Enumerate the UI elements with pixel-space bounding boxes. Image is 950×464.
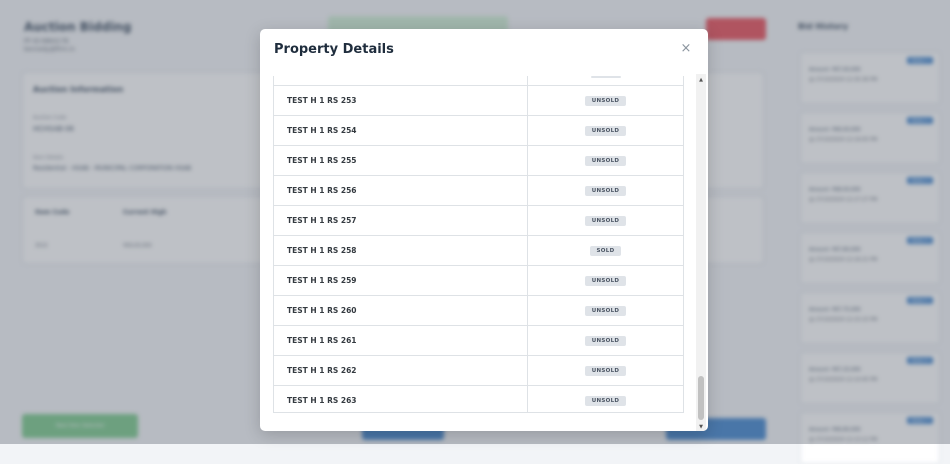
table-row: TEST H 1 RS 257 UNSOLD — [274, 205, 683, 236]
table-row: TEST H 1 RS 259 UNSOLD — [274, 265, 683, 296]
status-badge — [590, 76, 621, 78]
close-icon[interactable]: × — [678, 41, 694, 57]
property-name-cell: TEST H 1 RS 260 — [274, 295, 528, 326]
status-badge: UNSOLD — [584, 396, 627, 406]
property-details-modal: Property Details × TEST H 1 RS 253 UNSOL… — [260, 29, 708, 431]
property-status-cell: UNSOLD — [527, 115, 683, 146]
property-name-cell: TEST H 1 RS 256 — [274, 175, 528, 206]
property-name-cell: TEST H 1 RS 261 — [274, 325, 528, 356]
property-status-cell: UNSOLD — [527, 325, 683, 356]
property-name-cell: TEST H 1 RS 262 — [274, 355, 528, 386]
property-table-container: TEST H 1 RS 253 UNSOLD TEST H 1 RS 254 U… — [273, 76, 684, 413]
status-badge: UNSOLD — [584, 186, 627, 196]
table-row: TEST H 1 RS 260 UNSOLD — [274, 295, 683, 326]
table-row: TEST H 1 RS 261 UNSOLD — [274, 325, 683, 356]
property-status-cell: UNSOLD — [527, 385, 683, 412]
status-badge: UNSOLD — [584, 336, 627, 346]
status-badge: SOLD — [589, 246, 622, 256]
property-status-cell — [527, 76, 683, 86]
table-row — [274, 76, 683, 86]
table-row: TEST H 1 RS 258 SOLD — [274, 235, 683, 266]
property-name-cell: TEST H 1 RS 253 — [274, 85, 528, 116]
scrollbar-thumb[interactable] — [698, 376, 704, 420]
property-status-cell: SOLD — [527, 235, 683, 266]
table-row: TEST H 1 RS 254 UNSOLD — [274, 115, 683, 146]
scroll-down-arrow-icon[interactable]: ▼ — [696, 422, 706, 431]
scroll-up-arrow-icon[interactable]: ▲ — [696, 75, 706, 85]
table-row: TEST H 1 RS 263 UNSOLD — [274, 385, 683, 412]
property-status-cell: UNSOLD — [527, 265, 683, 296]
property-status-cell: UNSOLD — [527, 205, 683, 236]
status-badge: UNSOLD — [584, 306, 627, 316]
status-badge: UNSOLD — [584, 276, 627, 286]
status-badge: UNSOLD — [584, 126, 627, 136]
modal-scrollbar[interactable]: ▲ ▼ — [696, 74, 706, 431]
property-status-cell: UNSOLD — [527, 355, 683, 386]
property-name-cell: TEST H 1 RS 259 — [274, 265, 528, 296]
property-name-cell: TEST H 1 RS 263 — [274, 385, 528, 412]
property-name-cell: TEST H 1 RS 254 — [274, 115, 528, 146]
property-status-cell: UNSOLD — [527, 85, 683, 116]
modal-title: Property Details — [274, 42, 394, 57]
status-badge: UNSOLD — [584, 216, 627, 226]
table-row: TEST H 1 RS 255 UNSOLD — [274, 145, 683, 176]
status-badge: UNSOLD — [584, 366, 627, 376]
status-badge: UNSOLD — [584, 96, 627, 106]
property-table: TEST H 1 RS 253 UNSOLD TEST H 1 RS 254 U… — [274, 76, 683, 412]
table-row: TEST H 1 RS 262 UNSOLD — [274, 355, 683, 386]
property-name-cell: TEST H 1 RS 257 — [274, 205, 528, 236]
table-row: TEST H 1 RS 256 UNSOLD — [274, 175, 683, 206]
property-status-cell: UNSOLD — [527, 145, 683, 176]
property-name-cell: TEST H 1 RS 258 — [274, 235, 528, 266]
property-status-cell: UNSOLD — [527, 175, 683, 206]
property-name-cell: TEST H 1 RS 255 — [274, 145, 528, 176]
status-badge: UNSOLD — [584, 156, 627, 166]
table-row: TEST H 1 RS 253 UNSOLD — [274, 85, 683, 116]
property-status-cell: UNSOLD — [527, 295, 683, 326]
property-name-cell — [274, 76, 528, 86]
